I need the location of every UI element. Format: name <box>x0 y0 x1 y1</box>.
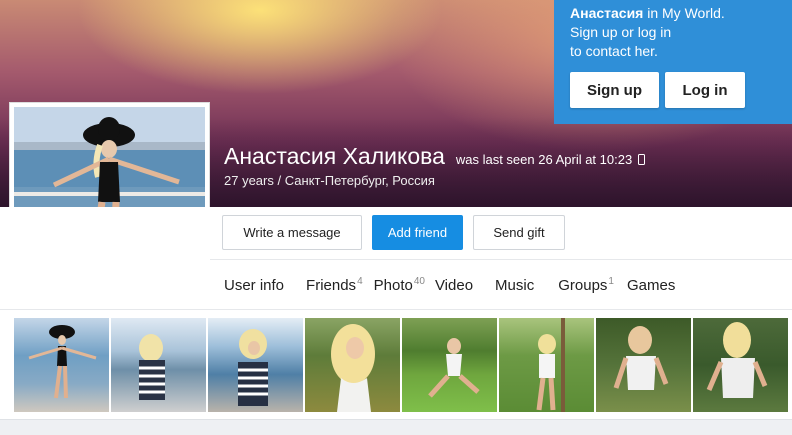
login-button[interactable]: Log in <box>665 72 745 108</box>
tab-music[interactable]: Music <box>495 277 534 294</box>
photo-thumbnail[interactable] <box>402 318 497 412</box>
tab-groups[interactable]: Groups 1 <box>558 276 614 295</box>
tab-user-info[interactable]: User info <box>224 277 284 294</box>
phone-icon <box>638 154 646 165</box>
tab-groups-label: Groups <box>558 277 608 294</box>
signup-line3: to contact her. <box>570 43 658 59</box>
last-seen: was last seen 26 April at 10:23 <box>455 152 646 167</box>
write-message-button[interactable]: Write a message <box>222 215 362 250</box>
photo-thumbnail[interactable] <box>499 318 594 412</box>
action-buttons: Write a message Add friend Send gift <box>222 215 565 250</box>
tab-games-label: Games <box>626 277 676 294</box>
profile-name: Анастасия Халикова <box>224 143 445 169</box>
add-friend-button[interactable]: Add friend <box>372 215 463 250</box>
signup-line1: in My World. <box>643 5 725 21</box>
last-seen-text: was last seen 26 April at 10:23 <box>455 152 633 167</box>
signup-prompt: Анастасия in My World. Sign up or log in… <box>554 0 792 124</box>
tab-games[interactable]: Games <box>627 277 675 294</box>
profile-location: 27 years / Санкт-Петербург, Россия <box>224 173 435 188</box>
friends-count: 4 <box>357 276 363 287</box>
page-bottom-bar <box>0 420 792 435</box>
photo-thumbnail[interactable] <box>111 318 206 412</box>
tab-user-info-label: User info <box>224 277 285 294</box>
photo-thumbnail[interactable] <box>596 318 691 412</box>
signup-line2: Sign up or log in <box>570 24 672 40</box>
signup-name: Анастасия <box>570 5 644 21</box>
tab-video[interactable]: Video <box>435 277 473 294</box>
photo-thumbnail[interactable] <box>14 318 109 412</box>
tab-music-label: Music <box>495 277 535 294</box>
signup-button[interactable]: Sign up <box>570 72 659 108</box>
profile-page: Анастасия in My World. Sign up or log in… <box>0 0 792 435</box>
profile-tabs: User info Friends 4 Photo 40 Video Music G… <box>210 259 792 309</box>
signup-text: Анастасия in My World. Sign up or log in… <box>570 4 776 61</box>
tab-photo-label: Photo <box>373 277 413 294</box>
photo-count: 40 <box>413 276 425 287</box>
photo-thumbnail[interactable] <box>305 318 400 412</box>
photo-thumbnail[interactable] <box>693 318 788 412</box>
tab-friends[interactable]: Friends 4 <box>306 276 363 295</box>
send-gift-button[interactable]: Send gift <box>473 215 565 250</box>
tab-friends-label: Friends <box>306 277 357 294</box>
profile-header: Анастасия Халикова was last seen 26 Apri… <box>224 143 646 170</box>
profile-panel: Write a message Add friend Send gift Use… <box>0 207 792 420</box>
tab-video-label: Video <box>434 277 474 294</box>
photo-thumbnail[interactable] <box>208 318 303 412</box>
groups-count: 1 <box>608 276 614 287</box>
photo-strip <box>14 318 788 412</box>
divider <box>0 309 792 310</box>
tab-photo[interactable]: Photo 40 <box>373 276 425 295</box>
